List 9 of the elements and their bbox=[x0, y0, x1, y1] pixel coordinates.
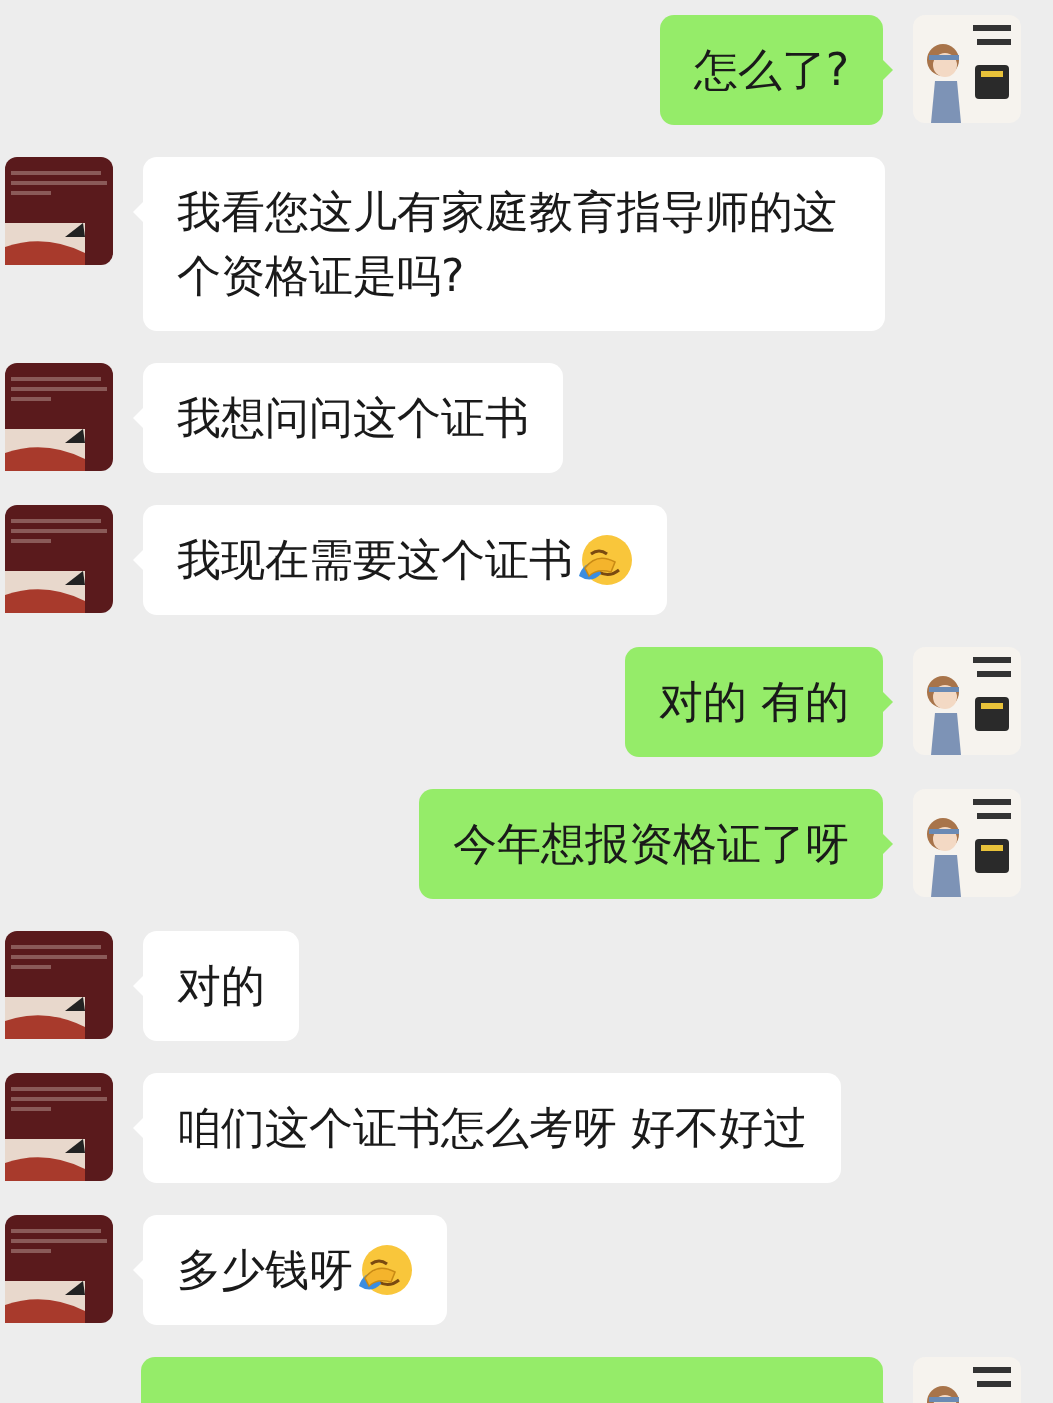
message-text: 多少钱呀 bbox=[177, 1243, 353, 1297]
message-text: 今年想报资格证了呀 bbox=[453, 817, 849, 871]
message-text: 我现在需要这个证书 bbox=[177, 533, 573, 587]
message-text: 对的 有的 bbox=[659, 675, 849, 729]
message-text: 怎么了? bbox=[693, 43, 849, 97]
message-text: 对的 bbox=[177, 959, 265, 1013]
message-text: 我看您这儿有家庭教育指导师的这个资格证是吗? bbox=[177, 185, 838, 303]
message-text: 我想问问这个证书 bbox=[177, 391, 529, 445]
message-text: 咱们这个证书怎么考呀 好不好过 bbox=[177, 1101, 807, 1155]
